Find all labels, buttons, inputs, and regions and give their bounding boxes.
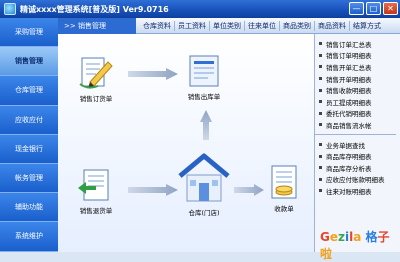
watermark-logo: Gezila 格子啦 bbox=[320, 228, 400, 262]
bullet-icon bbox=[319, 88, 322, 92]
bullet-icon bbox=[319, 53, 322, 57]
sidebar-item-accounts[interactable]: 帐务管理 bbox=[0, 163, 58, 194]
watermark-char: 啦 bbox=[320, 247, 333, 261]
bullet-icon bbox=[319, 154, 322, 158]
bullet-icon bbox=[319, 166, 322, 170]
bullet-icon bbox=[319, 42, 322, 46]
report-link-label: 销售收款明细表 bbox=[326, 87, 372, 96]
report-link[interactable]: 销售开单汇总表 bbox=[319, 61, 400, 73]
receipt-label: 收款单 bbox=[274, 205, 294, 213]
report-group-business: 业务单据查找 商品库存明细表 商品库存分析表应收应付账款明细表 往来对账明细表 bbox=[315, 139, 400, 197]
sidebar-item-auxiliary[interactable]: 辅助功能 bbox=[0, 193, 58, 223]
tab-settlement-method[interactable]: 结算方式 bbox=[350, 21, 384, 31]
warehouse-node[interactable]: 仓库(门店) bbox=[176, 150, 232, 217]
tab-trading-unit[interactable]: 往来单位 bbox=[245, 20, 280, 31]
report-link-label: 销售开单汇总表 bbox=[326, 63, 372, 72]
bullet-icon bbox=[319, 123, 322, 127]
watermark-char: 子 bbox=[377, 230, 390, 244]
watermark-char: 格 bbox=[365, 230, 378, 244]
sales-return-icon bbox=[78, 169, 109, 201]
bullet-icon bbox=[319, 111, 322, 115]
warehouse-house-icon bbox=[178, 153, 230, 202]
sidebar-item-sales[interactable]: 销售管理 bbox=[0, 47, 58, 77]
top-tab-bar: >> 销售管理 仓库资料 员工资料 单位类别 往来单位 商品类别 商品资料 结算… bbox=[58, 17, 400, 34]
sales-return-label: 销售退货单 bbox=[79, 207, 113, 215]
arrow-right-icon bbox=[128, 184, 178, 196]
report-link-label: 销售订单明细表 bbox=[326, 52, 372, 61]
sidebar-item-system[interactable]: 系统维护 bbox=[0, 222, 58, 252]
report-link-label: 委托代销明细表 bbox=[326, 110, 372, 119]
flow-canvas: 销售订货单 销售出库单 销售退货单 仓库(门店) 收款单 bbox=[58, 34, 314, 252]
report-link-label: 销售开单明细表 bbox=[326, 75, 372, 84]
report-link-label: 销售订单汇总表 bbox=[326, 40, 372, 49]
report-group-sales: 销售订单汇总表 销售订单明细表 销售开单汇总表 销售开单明细表 销售收款明细表 员工提成明… bbox=[315, 34, 400, 131]
warehouse-label: 仓库(门店) bbox=[188, 209, 220, 217]
tab-employee-data[interactable]: 员工资料 bbox=[175, 20, 210, 31]
arrow-up-icon bbox=[200, 110, 212, 140]
receipt-icon bbox=[271, 165, 297, 199]
bullet-icon bbox=[319, 177, 322, 181]
report-link[interactable]: 商品库存分析表 bbox=[319, 162, 400, 174]
title-bar: 精诚xxxx管理系统[普及版] Ver9.0716 — □ ✕ bbox=[0, 0, 400, 18]
sales-order-node[interactable]: 销售订货单 bbox=[76, 52, 116, 103]
sales-order-label: 销售订货单 bbox=[79, 95, 113, 103]
receipt-node[interactable]: 收款单 bbox=[264, 162, 304, 213]
report-link-label: 商品库存明细表 bbox=[326, 153, 372, 162]
app-logo-icon bbox=[4, 3, 16, 15]
report-link-label: 业务单据查找 bbox=[326, 141, 365, 150]
window-title: 精诚xxxx管理系统[普及版] Ver9.0716 bbox=[20, 4, 169, 14]
sales-outbound-icon bbox=[189, 55, 219, 87]
arrow-right-icon bbox=[128, 68, 178, 80]
report-link-label: 应收应付账款明细表 bbox=[326, 176, 385, 185]
sidebar: 采购管理 销售管理 仓库管理 应收应付 现金银行 帐务管理 辅助功能 系统维护 bbox=[0, 18, 58, 252]
sidebar-item-receivable-payable[interactable]: 应收应付 bbox=[0, 105, 58, 135]
report-link[interactable]: 应收应付账款明细表 bbox=[319, 174, 400, 186]
bullet-icon bbox=[319, 77, 322, 81]
sidebar-item-warehouse[interactable]: 仓库管理 bbox=[0, 76, 58, 106]
report-link[interactable]: 员工提成明细表 bbox=[319, 96, 400, 108]
report-panel: 销售订单汇总表 销售订单明细表 销售开单汇总表 销售开单明细表 销售收款明细表 员工提成明… bbox=[314, 34, 400, 252]
report-link[interactable]: 商品销售流水帐 bbox=[319, 119, 400, 131]
sales-return-node[interactable]: 销售退货单 bbox=[76, 164, 116, 215]
report-link-label: 商品库存分析表 bbox=[326, 164, 372, 173]
sales-outbound-label: 销售出库单 bbox=[187, 93, 221, 101]
sidebar-item-purchase[interactable]: 采购管理 bbox=[0, 18, 58, 48]
report-link-label: 员工提成明细表 bbox=[326, 98, 372, 107]
arrow-right-icon bbox=[234, 184, 264, 196]
tab-product-data[interactable]: 商品资料 bbox=[315, 20, 350, 31]
report-link[interactable]: 销售订单汇总表 bbox=[319, 38, 400, 50]
watermark-char: G bbox=[320, 230, 330, 244]
minimize-button[interactable]: — bbox=[349, 2, 364, 15]
bullet-icon bbox=[319, 100, 322, 104]
breadcrumb: >> 销售管理 bbox=[58, 17, 136, 34]
sales-order-icon bbox=[79, 57, 113, 89]
bullet-icon bbox=[319, 189, 322, 193]
bullet-icon bbox=[319, 143, 322, 147]
report-link[interactable]: 往来对账明细表 bbox=[319, 185, 400, 197]
report-link[interactable]: 销售收款明细表 bbox=[319, 84, 400, 96]
tab-warehouse-data[interactable]: 仓库资料 bbox=[140, 20, 175, 31]
divider bbox=[315, 133, 396, 135]
report-link-label: 商品销售流水帐 bbox=[326, 121, 372, 130]
report-link[interactable]: 销售开单明细表 bbox=[319, 73, 400, 85]
report-link-label: 往来对账明细表 bbox=[326, 187, 372, 196]
sales-outbound-node[interactable]: 销售出库单 bbox=[184, 50, 224, 101]
report-link[interactable]: 委托代销明细表 bbox=[319, 108, 400, 120]
close-button[interactable]: ✕ bbox=[383, 2, 398, 15]
sidebar-item-cash-bank[interactable]: 现金银行 bbox=[0, 134, 58, 164]
watermark-char: z bbox=[338, 230, 345, 244]
bullet-icon bbox=[319, 65, 322, 69]
report-link[interactable]: 销售订单明细表 bbox=[319, 50, 400, 62]
tab-product-category[interactable]: 商品类别 bbox=[280, 20, 315, 31]
report-link[interactable]: 业务单据查找 bbox=[319, 139, 400, 151]
tab-unit-category[interactable]: 单位类别 bbox=[210, 20, 245, 31]
report-link[interactable]: 商品库存明细表 bbox=[319, 150, 400, 162]
watermark-char: e bbox=[329, 230, 338, 244]
maximize-button[interactable]: □ bbox=[366, 2, 381, 15]
